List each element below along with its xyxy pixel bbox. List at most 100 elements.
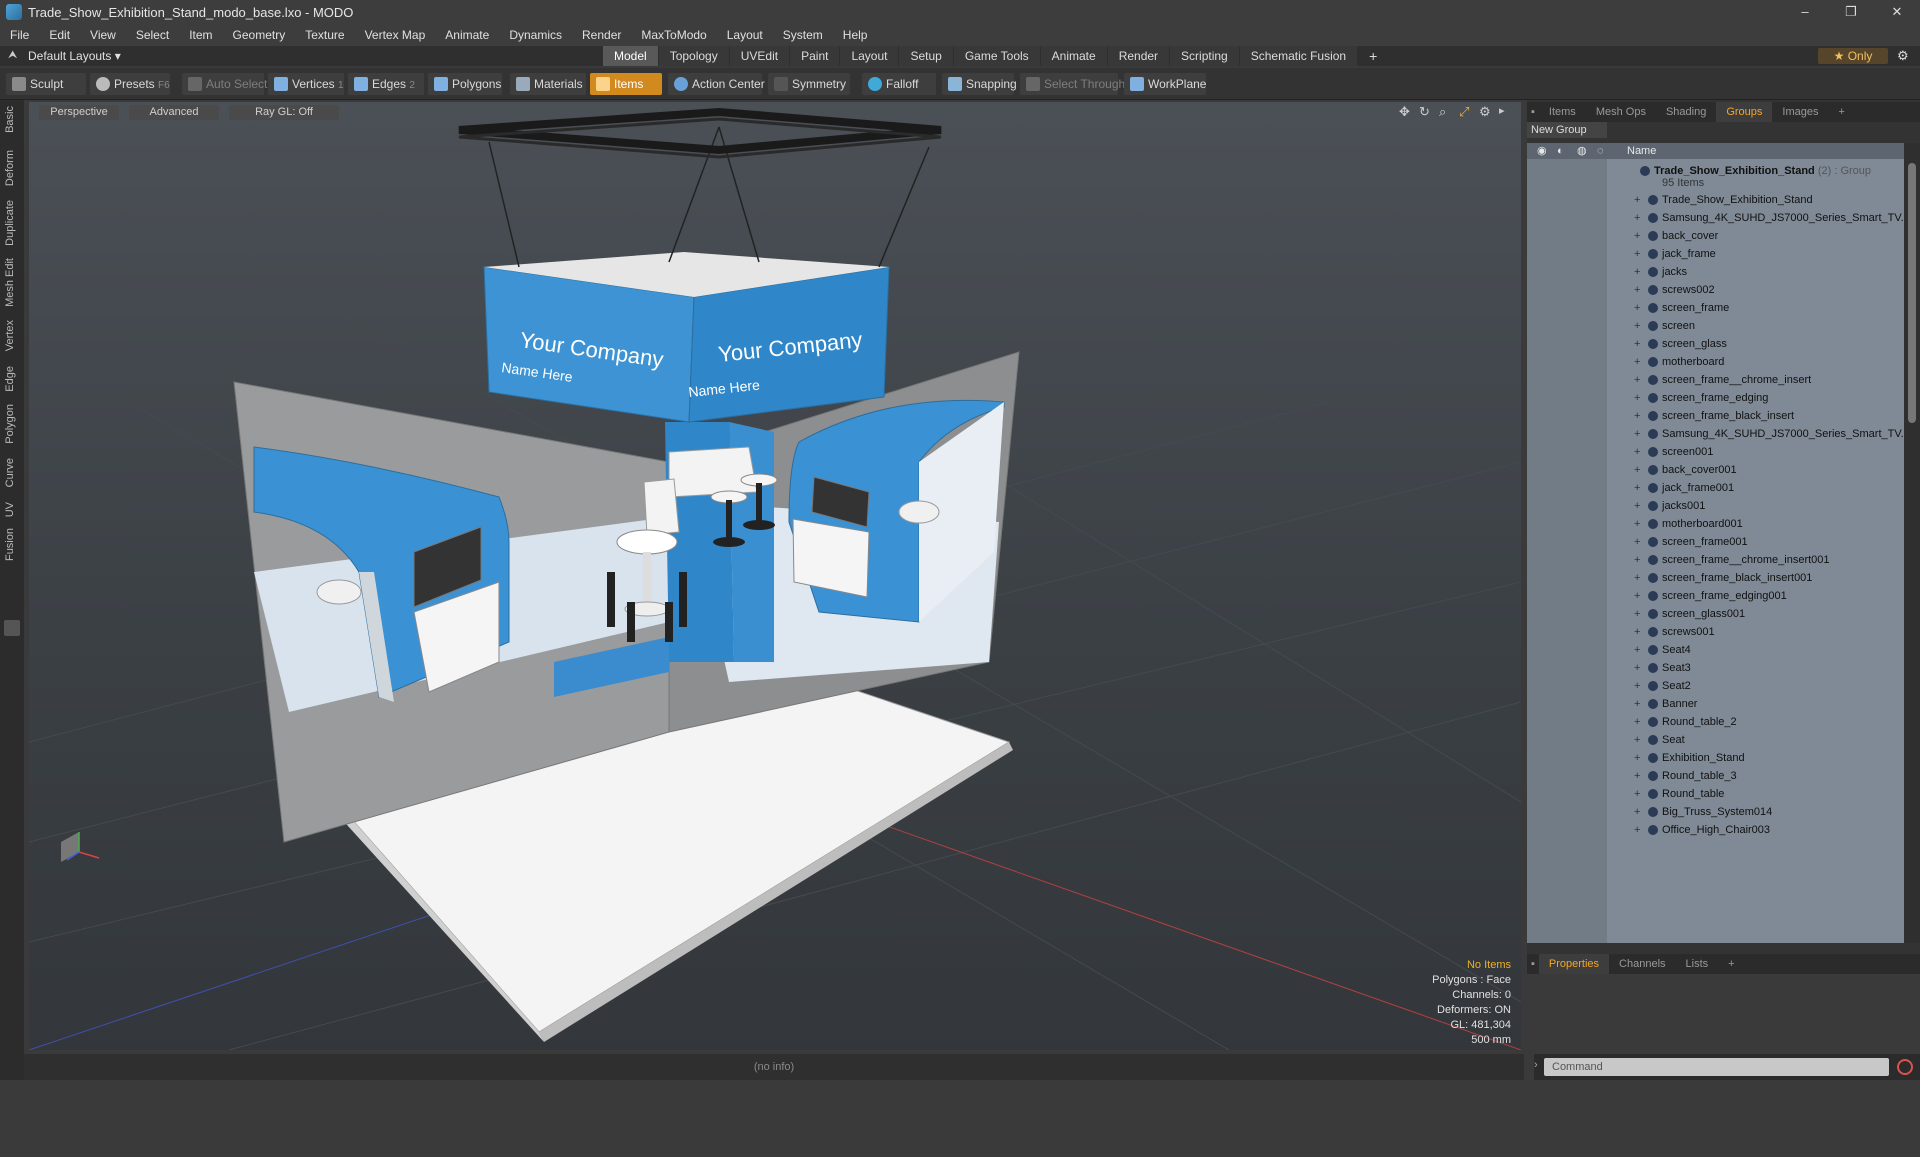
expand-toggle-icon[interactable]: + [1634,749,1640,767]
expand-toggle-icon[interactable]: + [1634,425,1640,443]
gear-icon[interactable]: ⚙ [1897,48,1909,64]
lefttab-polygon[interactable]: Polygon [4,404,16,444]
menu-file[interactable]: File [0,28,39,42]
tab-lists[interactable]: Lists [1676,954,1719,974]
add-props-tab-button[interactable]: + [1718,954,1744,974]
tree-row[interactable]: + screen_frame__chrome_insert [1527,371,1904,389]
expand-toggle-icon[interactable]: + [1634,209,1640,227]
menu-maxtomodo[interactable]: MaxToModo [631,28,716,42]
tree-row[interactable]: + screen_glass [1527,335,1904,353]
tree-row[interactable]: + Seat2 [1527,677,1904,695]
add-panel-tab-button[interactable]: + [1828,102,1854,122]
render-icon[interactable]: ◍ [1577,143,1587,159]
lefttab-edge[interactable]: Edge [4,366,16,392]
tree-row[interactable]: + motherboard001 [1527,515,1904,533]
expand-toggle-icon[interactable]: + [1634,371,1640,389]
sculpt-button[interactable]: Sculpt [6,73,86,95]
auto-select-button[interactable]: Auto Select [182,73,267,95]
tab-paint[interactable]: Paint [790,46,840,66]
expand-toggle-icon[interactable]: + [1634,353,1640,371]
expand-toggle-icon[interactable]: + [1634,821,1640,839]
expand-toggle-icon[interactable]: + [1634,569,1640,587]
close-button[interactable]: ✕ [1874,4,1920,20]
tree-row[interactable]: + screen001 [1527,443,1904,461]
expand-toggle-icon[interactable]: + [1634,335,1640,353]
expand-toggle-icon[interactable]: + [1634,461,1640,479]
expand-toggle-icon[interactable]: + [1634,245,1640,263]
vertices-button[interactable]: Vertices 1 [268,73,344,95]
tree-row[interactable]: + screen_frame [1527,299,1904,317]
lefttab-vertex[interactable]: Vertex [4,320,16,351]
tab-game-tools[interactable]: Game Tools [953,46,1040,66]
tree-row[interactable]: + Round_table_2 [1527,713,1904,731]
menu-select[interactable]: Select [126,28,179,42]
tab-topology[interactable]: Topology [658,46,729,66]
symmetry-button[interactable]: Symmetry [768,73,850,95]
tab-uvedit[interactable]: UVEdit [729,46,790,66]
expand-toggle-icon[interactable]: + [1634,407,1640,425]
items-button[interactable]: Items [590,73,662,95]
expand-toggle-icon[interactable]: + [1634,317,1640,335]
tree-row[interactable]: + screen_frame__chrome_insert001 [1527,551,1904,569]
tree-row[interactable]: + Round_table_3 [1527,767,1904,785]
tree-row[interactable]: + Samsung_4K_SUHD_JS7000_Series_Smart_TV.… [1527,209,1904,227]
tab-mesh-ops[interactable]: Mesh Ops [1586,102,1656,122]
tab-shading[interactable]: Shading [1656,102,1716,122]
tree-row[interactable]: + Round_table [1527,785,1904,803]
menu-vertex-map[interactable]: Vertex Map [355,28,436,42]
tree-row[interactable]: + screen_frame_black_insert [1527,407,1904,425]
tab-render[interactable]: Render [1107,46,1170,66]
menu-render[interactable]: Render [572,28,631,42]
record-macro-icon[interactable] [1897,1059,1913,1075]
expand-toggle-icon[interactable]: + [1634,731,1640,749]
expand-toggle-icon[interactable]: + [1634,263,1640,281]
name-column-header[interactable]: Name [1627,143,1656,159]
tab-images[interactable]: Images [1772,102,1828,122]
expand-toggle-icon[interactable]: + [1634,443,1640,461]
scroll-thumb[interactable] [1908,163,1916,423]
tree-row[interactable]: + Trade_Show_Exhibition_Stand [1527,191,1904,209]
add-tab-button[interactable]: + [1358,46,1388,66]
expand-toggle-icon[interactable]: + [1634,389,1640,407]
lefttab-basic[interactable]: Basic [4,106,16,133]
tree-row[interactable]: + jack_frame [1527,245,1904,263]
tree-row[interactable]: + back_cover001 [1527,461,1904,479]
layout-collapse-icon[interactable]: ⮝ [8,49,17,62]
tree-row[interactable]: + screws002 [1527,281,1904,299]
tree-row[interactable]: + Big_Truss_System014 [1527,803,1904,821]
tree-scrollbar[interactable] [1904,143,1920,943]
expand-toggle-icon[interactable]: + [1634,551,1640,569]
expand-toggle-icon[interactable]: + [1634,659,1640,677]
tree-row[interactable]: + Seat4 [1527,641,1904,659]
tree-row[interactable]: + screen_frame001 [1527,533,1904,551]
expand-toggle-icon[interactable]: + [1634,713,1640,731]
menu-item[interactable]: Item [179,28,222,42]
lefttab-uv[interactable]: UV [4,502,16,517]
maximize-button[interactable]: ❐ [1828,4,1874,20]
only-toggle[interactable]: ★ Only [1818,48,1888,64]
polygons-button[interactable]: Polygons [428,73,502,95]
expand-toggle-icon[interactable]: + [1634,299,1640,317]
default-layouts-dropdown[interactable]: Default Layouts ▾ [28,49,121,63]
expand-toggle-icon[interactable]: + [1634,767,1640,785]
expand-toggle-icon[interactable]: + [1634,515,1640,533]
expand-toggle-icon[interactable]: + [1634,695,1640,713]
workplane-button[interactable]: WorkPlane [1124,73,1206,95]
expand-toggle-icon[interactable]: + [1634,623,1640,641]
tab-items[interactable]: Items [1539,102,1586,122]
menu-animate[interactable]: Animate [435,28,499,42]
tab-layout[interactable]: Layout [840,46,899,66]
tab-scripting[interactable]: Scripting [1170,46,1239,66]
expand-toggle-icon[interactable]: + [1634,533,1640,551]
expand-toggle-icon[interactable]: + [1634,497,1640,515]
tree-row[interactable]: + screen_frame_edging [1527,389,1904,407]
tree-row[interactable]: + Seat3 [1527,659,1904,677]
tab-properties[interactable]: Properties [1538,954,1610,974]
materials-button[interactable]: Materials [510,73,586,95]
menu-geometry[interactable]: Geometry [223,28,296,42]
lefttab-curve[interactable]: Curve [4,458,16,487]
menu-layout[interactable]: Layout [717,28,773,42]
expand-toggle-icon[interactable]: + [1634,191,1640,209]
tree-row[interactable]: + Samsung_4K_SUHD_JS7000_Series_Smart_TV.… [1527,425,1904,443]
tree-row[interactable]: + back_cover [1527,227,1904,245]
